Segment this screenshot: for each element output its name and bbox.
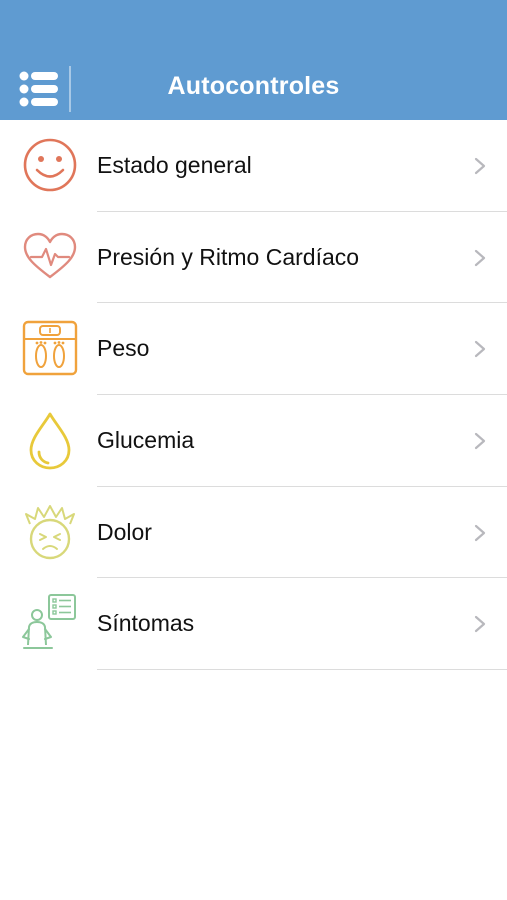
- list-item-label: Peso: [97, 335, 150, 362]
- chevron-right-icon: [474, 341, 486, 358]
- list-item-presion-ritmo[interactable]: Presión y Ritmo Cardíaco: [0, 212, 507, 304]
- drop-icon: [29, 412, 71, 470]
- list-item-peso[interactable]: Peso: [0, 303, 507, 396]
- chevron-right-icon: [474, 432, 486, 450]
- heart-pulse-icon: [23, 232, 77, 278]
- list-item-estado-general[interactable]: Estado general: [0, 120, 507, 212]
- list-item-label: Dolor: [97, 518, 152, 545]
- scale-footprints-icon: [22, 321, 78, 376]
- smiley-face-icon: [23, 138, 77, 192]
- pain-face-icon: [25, 504, 75, 559]
- list-item-label: Glucemia: [97, 427, 195, 454]
- row-divider: [97, 669, 507, 671]
- page-title: Autocontroles: [167, 72, 340, 100]
- chevron-right-icon: [474, 524, 486, 541]
- chevron-right-icon: [474, 249, 486, 266]
- list-item-sintomas[interactable]: Síntomas: [0, 578, 507, 671]
- list-item-label: Síntomas: [97, 610, 195, 637]
- chevron-right-icon: [474, 616, 486, 633]
- app-header: Autocontroles: [0, 0, 507, 120]
- list-item-glucemia[interactable]: Glucemia: [0, 395, 507, 487]
- list-item-dolor[interactable]: Dolor: [0, 487, 507, 579]
- list-item-label: Estado general: [97, 152, 252, 178]
- autocontroles-list: Estado general Presión y Ritmo Cardíaco: [0, 120, 507, 671]
- list-item-label: Presión y Ritmo Cardíaco: [97, 243, 360, 270]
- person-symptoms-list-icon: [22, 594, 76, 650]
- chevron-right-icon: [474, 157, 486, 175]
